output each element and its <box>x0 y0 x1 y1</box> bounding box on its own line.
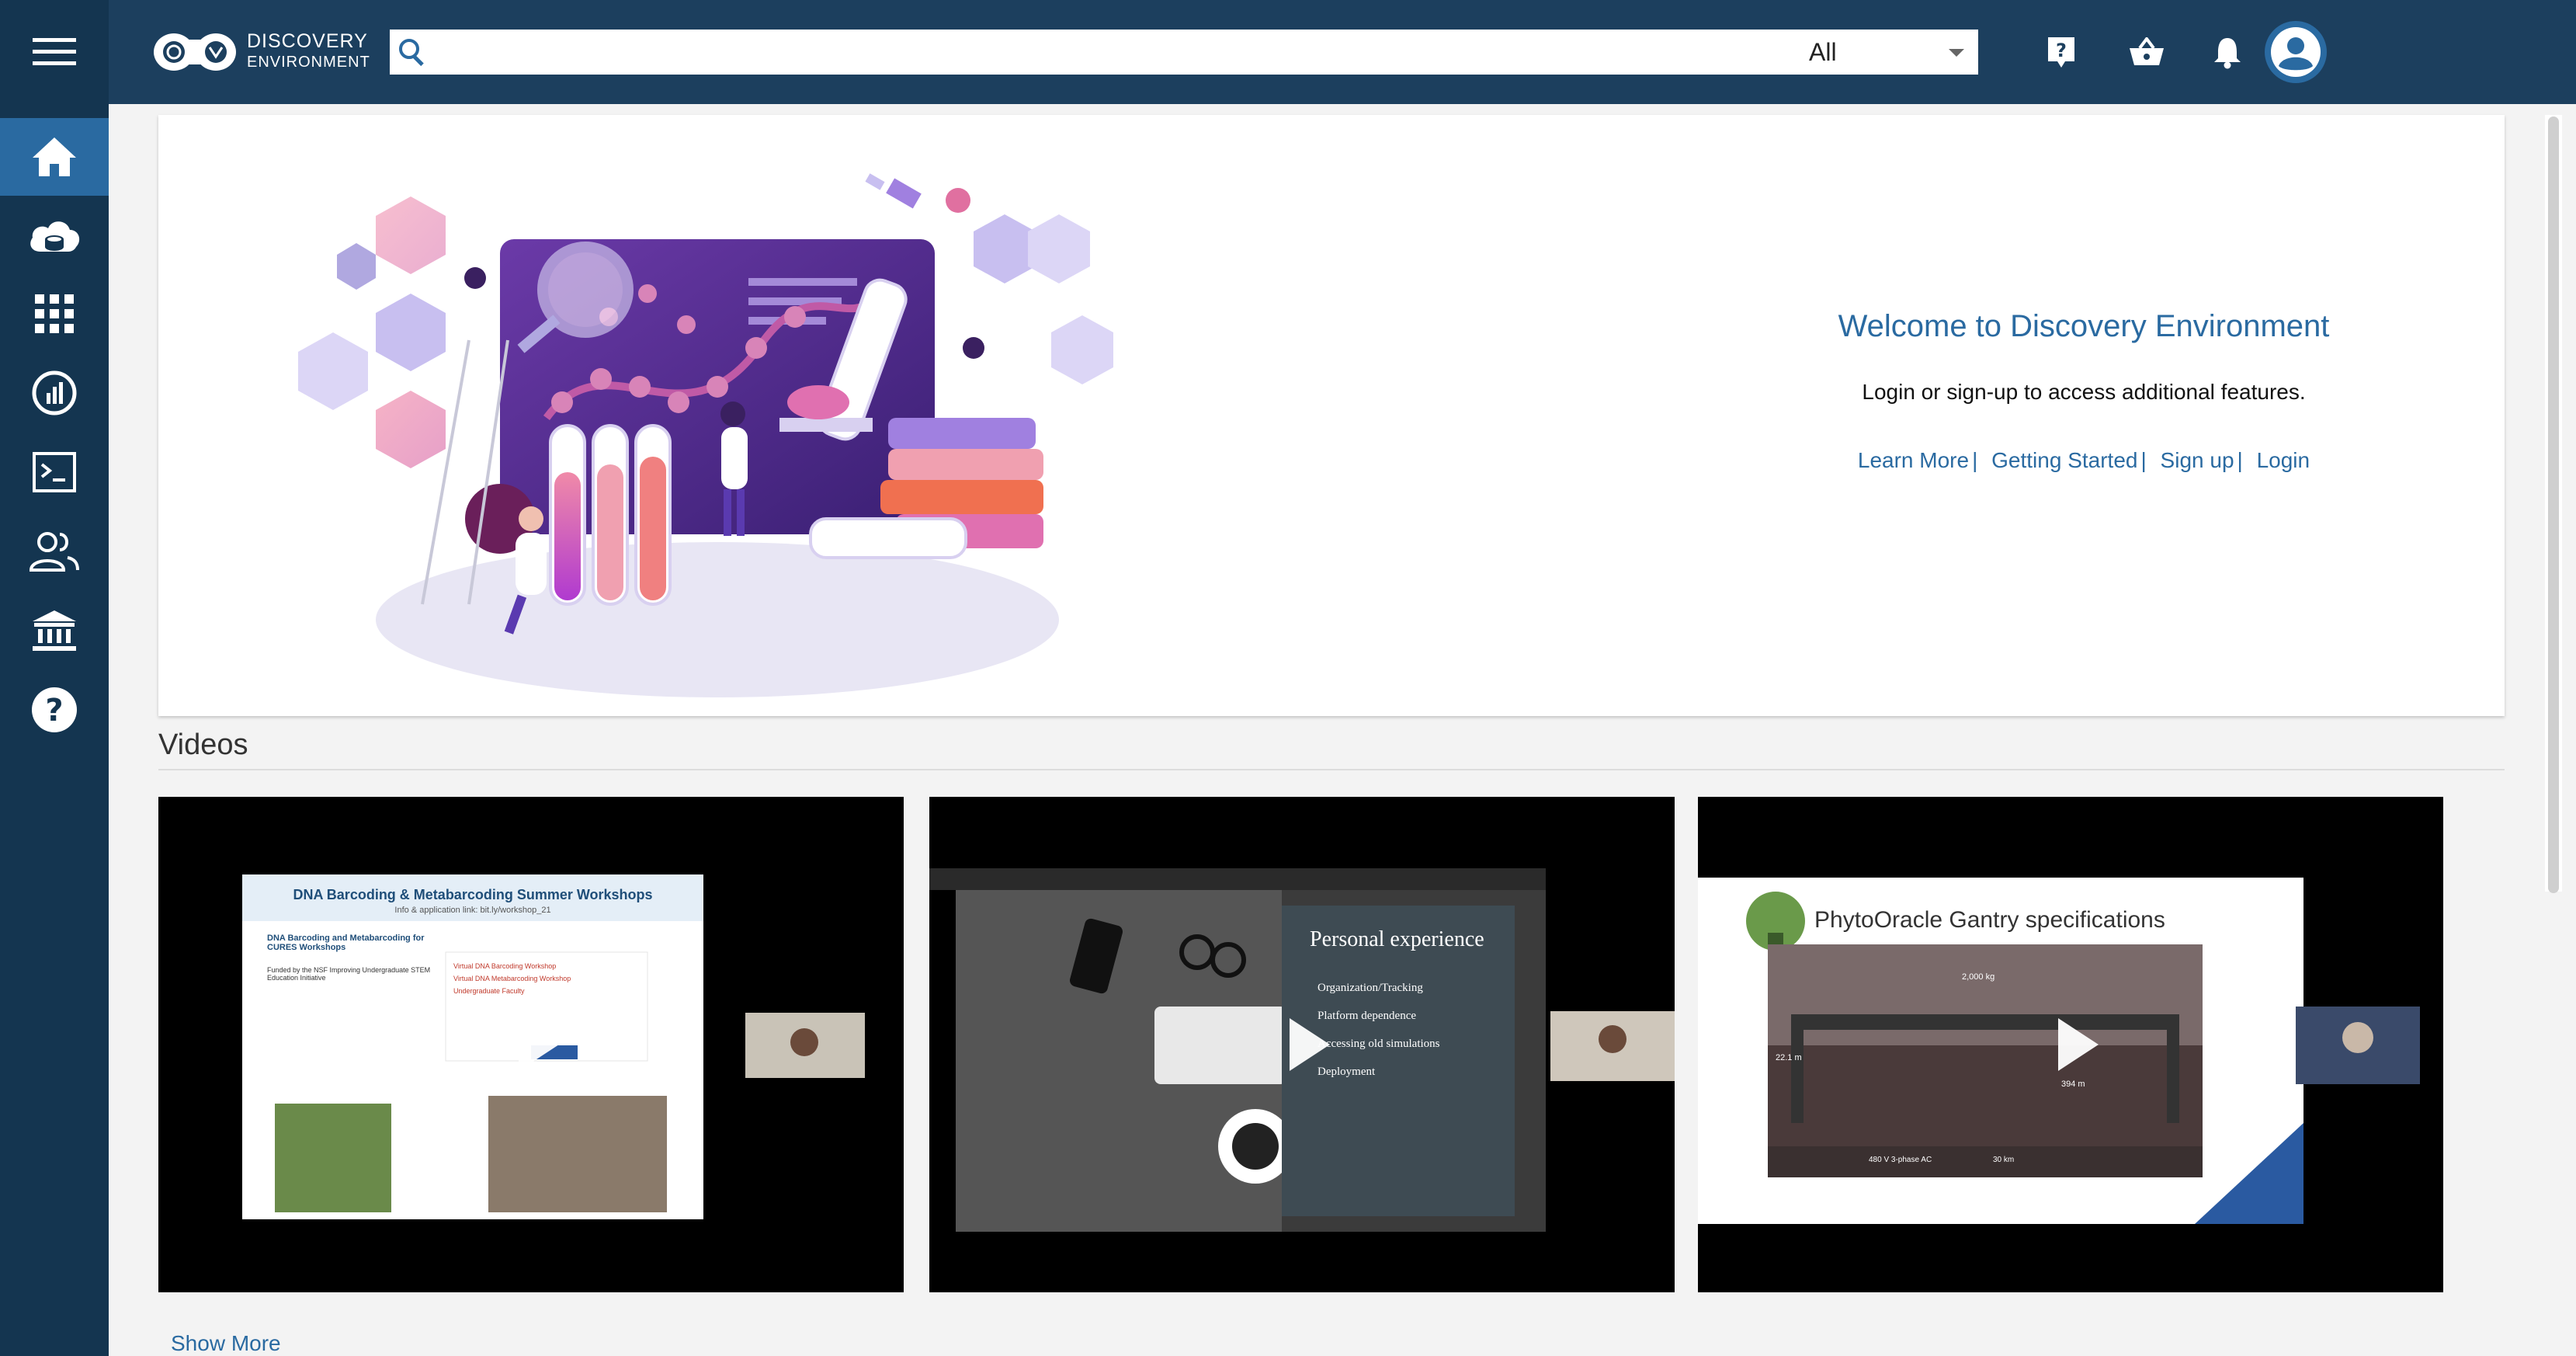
welcome-subtitle: Login or sign-up to access additional fe… <box>1862 380 2306 404</box>
slide-bullets: Virtual DNA Barcoding Workshop Virtual D… <box>453 960 640 997</box>
help-button[interactable]: ? <box>2037 28 2085 76</box>
search-scope-select[interactable]: All <box>1775 32 1977 72</box>
slide-title: DNA Barcoding & Metabarcoding Summer Wor… <box>293 887 653 902</box>
slide-label: 394 m <box>2061 1080 2085 1089</box>
sidebar-item-collections[interactable] <box>0 592 109 669</box>
apps-grid-icon <box>35 294 74 333</box>
sidebar-item-apps[interactable] <box>0 275 109 353</box>
play-icon[interactable] <box>2058 1018 2099 1071</box>
app-logo[interactable]: DISCOVERY ENVIRONMENT <box>152 23 370 81</box>
search-icon[interactable] <box>391 31 433 73</box>
analyses-icon <box>32 370 77 415</box>
terminal-icon <box>33 452 76 492</box>
logo-mark-icon <box>154 33 236 71</box>
login-link[interactable]: Login <box>2257 448 2310 472</box>
slide-subtitle: Info & application link: bit.ly/workshop… <box>394 906 551 915</box>
play-icon[interactable] <box>519 1018 559 1071</box>
videos-heading: Videos <box>158 728 248 761</box>
sidebar-item-help[interactable]: ? <box>0 671 109 749</box>
account-button[interactable] <box>2264 20 2328 84</box>
logo-line1: DISCOVERY <box>247 30 368 52</box>
video-card-1[interactable]: DNA Barcoding & Metabarcoding Summer Wor… <box>158 797 904 1292</box>
sidebar-item-teams[interactable] <box>0 513 109 590</box>
slide-bullet: Platform dependence <box>1318 1010 1417 1022</box>
chevron-down-icon <box>1949 49 1964 57</box>
search-bar: All <box>390 30 1978 75</box>
basket-button[interactable] <box>2123 28 2171 76</box>
slide-label: 22.1 m <box>1776 1053 1802 1062</box>
divider <box>158 769 2505 770</box>
play-icon[interactable] <box>1290 1018 1330 1071</box>
search-scope-value: All <box>1809 37 1837 66</box>
slide-label: 2,000 kg <box>1962 972 1995 982</box>
basket-icon <box>2130 37 2164 65</box>
slide-bullets: Organization/Tracking Platform dependenc… <box>1318 974 1440 1086</box>
slide-label: 480 V 3-phase AC <box>1869 1156 1932 1164</box>
slide-title: PhytoOracle Gantry specifications <box>1814 907 2165 933</box>
svg-text:?: ? <box>2056 40 2067 61</box>
sidebar-item-home[interactable] <box>0 118 109 196</box>
notifications-icon <box>2214 38 2241 69</box>
notifications-button[interactable] <box>2203 28 2251 76</box>
sign-up-link[interactable]: Sign up <box>2161 448 2234 472</box>
svg-text:?: ? <box>45 693 63 728</box>
welcome-panel: Welcome to Discovery Environment Login o… <box>1672 309 2495 473</box>
teams-icon <box>29 532 79 572</box>
science-illustration <box>298 173 1113 697</box>
getting-started-link[interactable]: Getting Started <box>1991 448 2137 472</box>
slide-heading: DNA Barcoding and Metabarcoding for CURE… <box>267 934 425 952</box>
link-separator: | <box>2140 448 2147 472</box>
slide-bullet: Undergraduate Faculty <box>453 987 525 995</box>
welcome-card: Welcome to Discovery Environment Login o… <box>158 115 2505 716</box>
sidebar-item-analyses[interactable] <box>0 354 109 432</box>
cloud-data-icon <box>30 221 80 252</box>
sidebar-item-data[interactable] <box>0 197 109 275</box>
slide-bullet: Organization/Tracking <box>1318 982 1423 994</box>
help-circle-icon: ? <box>32 687 77 732</box>
scrollbar-thumb[interactable] <box>2548 116 2559 893</box>
hamburger-icon <box>33 38 76 65</box>
slide-bullet: Deployment <box>1318 1066 1376 1078</box>
sidebar: ? <box>0 0 109 1356</box>
institution-icon <box>33 610 76 651</box>
slide-bullet: Virtual DNA Barcoding Workshop <box>453 962 557 970</box>
slide-bullet: Accessing old simulations <box>1318 1038 1440 1050</box>
home-icon <box>33 137 76 176</box>
slide-label: 30 km <box>1993 1156 2015 1164</box>
slide-title: Personal experience <box>1310 927 1484 951</box>
welcome-title: Welcome to Discovery Environment <box>1838 309 2330 343</box>
video-card-3[interactable]: PhytoOracle Gantry specifications 2,000 … <box>1698 797 2443 1292</box>
link-separator: | <box>2237 448 2243 472</box>
video-card-2[interactable]: Personal experience Organization/Trackin… <box>929 797 1675 1292</box>
logo-line2: ENVIRONMENT <box>247 54 370 71</box>
sidebar-item-vice[interactable] <box>0 433 109 511</box>
link-separator: | <box>1972 448 1978 472</box>
account-icon <box>2265 21 2327 83</box>
slide-note: Funded by the NSF Improving Undergraduat… <box>267 966 431 982</box>
welcome-links: Learn More | Getting Started | Sign up | Lo… <box>1672 448 2495 473</box>
slide-bullet: Virtual DNA Metabarcoding Workshop <box>453 975 571 982</box>
search-input[interactable] <box>433 32 1775 72</box>
menu-button[interactable] <box>0 0 109 104</box>
show-more-link[interactable]: Show More <box>171 1331 281 1356</box>
learn-more-link[interactable]: Learn More <box>1858 448 1969 472</box>
help-icon: ? <box>2048 37 2074 68</box>
